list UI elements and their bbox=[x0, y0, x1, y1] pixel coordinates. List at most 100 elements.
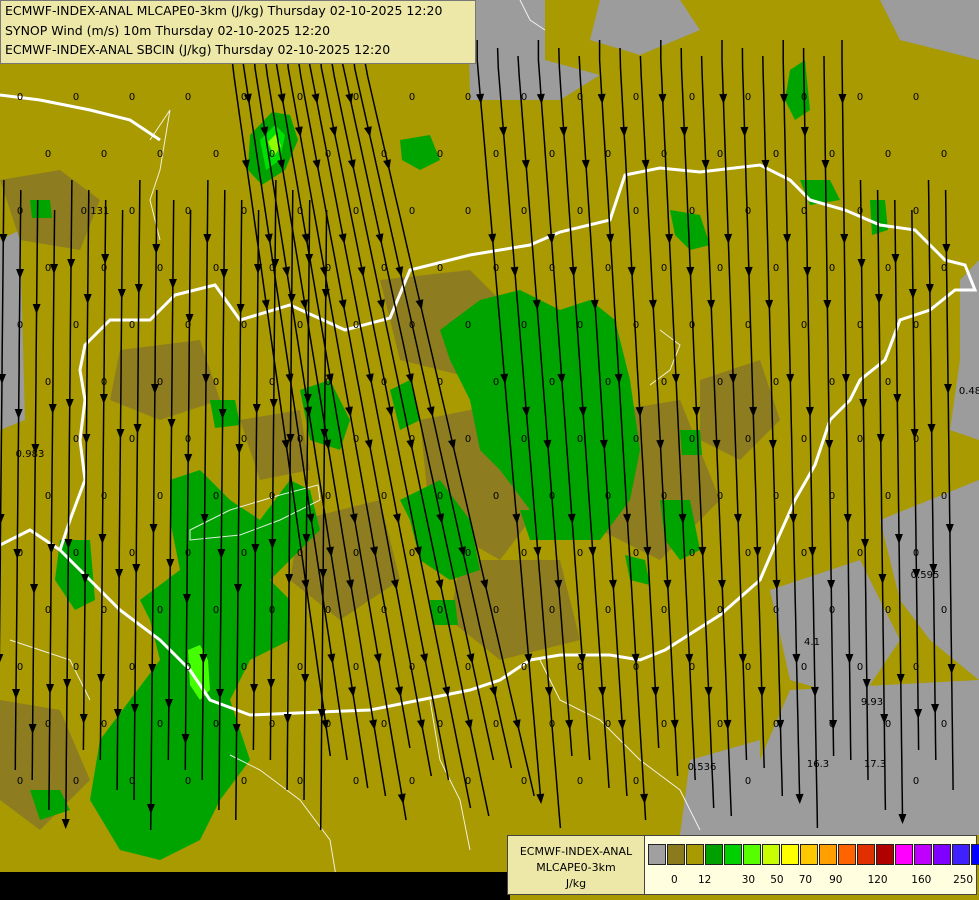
sbcin-value: 0.131 bbox=[81, 206, 110, 217]
header-line-3: ECMWF-INDEX-ANAL SBCIN (J/kg) Thursday 0… bbox=[5, 42, 391, 57]
sbcin-value: 0 bbox=[857, 320, 863, 331]
legend-swatch bbox=[781, 844, 799, 865]
sbcin-value: 0 bbox=[857, 548, 863, 559]
sbcin-value: 0 bbox=[409, 92, 415, 103]
sbcin-value: 0 bbox=[129, 662, 135, 673]
sbcin-value: 0 bbox=[885, 149, 891, 160]
sbcin-value: 0 bbox=[465, 320, 471, 331]
sbcin-value: 0 bbox=[353, 206, 359, 217]
sbcin-value: 0 bbox=[241, 434, 247, 445]
sbcin-value: 0 bbox=[465, 434, 471, 445]
sbcin-value: 0.595 bbox=[911, 570, 940, 581]
sbcin-value: 0 bbox=[185, 548, 191, 559]
legend-tick: 70 bbox=[798, 874, 813, 886]
sbcin-value: 0 bbox=[325, 491, 331, 502]
sbcin-value: 0 bbox=[605, 719, 611, 730]
sbcin-value: 0 bbox=[913, 206, 919, 217]
sbcin-value: 0 bbox=[633, 434, 639, 445]
sbcin-value: 0 bbox=[269, 719, 275, 730]
sbcin-value: 0 bbox=[185, 206, 191, 217]
sbcin-value: 0.536 bbox=[688, 762, 717, 773]
sbcin-value: 0 bbox=[773, 605, 779, 616]
legend-unit: J/kg bbox=[565, 877, 587, 890]
sbcin-value: 0 bbox=[45, 377, 51, 388]
sbcin-value: 0 bbox=[409, 206, 415, 217]
sbcin-value: 0 bbox=[745, 662, 751, 673]
sbcin-value: 0 bbox=[353, 320, 359, 331]
sbcin-value: 0 bbox=[241, 776, 247, 787]
sbcin-value: 0 bbox=[773, 491, 779, 502]
legend-tick: 0 bbox=[670, 874, 678, 886]
sbcin-value: 0 bbox=[521, 776, 527, 787]
sbcin-value: 9.93 bbox=[861, 697, 883, 708]
legend-swatch bbox=[800, 844, 818, 865]
sbcin-value: 0 bbox=[661, 491, 667, 502]
sbcin-value: 0 bbox=[493, 377, 499, 388]
sbcin-value: 0 bbox=[437, 491, 443, 502]
legend-swatch bbox=[686, 844, 704, 865]
header-line-1: ECMWF-INDEX-ANAL MLCAPE0-3km (J/kg) Thur… bbox=[5, 3, 443, 18]
sbcin-value: 0 bbox=[241, 662, 247, 673]
sbcin-value: 0 bbox=[185, 776, 191, 787]
sbcin-value: 0 bbox=[801, 548, 807, 559]
sbcin-value: 0 bbox=[353, 662, 359, 673]
sbcin-value: 0 bbox=[801, 320, 807, 331]
sbcin-value: 0 bbox=[17, 320, 23, 331]
sbcin-value: 0 bbox=[101, 605, 107, 616]
sbcin-value: 0 bbox=[829, 491, 835, 502]
sbcin-value: 0 bbox=[269, 263, 275, 274]
sbcin-value: 0 bbox=[885, 719, 891, 730]
sbcin-value: 0 bbox=[913, 320, 919, 331]
header-line-2: SYNOP Wind (m/s) 10m Thursday 02-10-2025… bbox=[5, 22, 331, 38]
sbcin-value: 0 bbox=[717, 605, 723, 616]
sbcin-value: 0 bbox=[73, 320, 79, 331]
sbcin-value: 0 bbox=[801, 92, 807, 103]
color-legend: ECMWF-INDEX-ANAL MLCAPE0-3km J/kg 0 12 30 5… bbox=[507, 835, 979, 895]
sbcin-value: 0 bbox=[101, 149, 107, 160]
sbcin-value: 0 bbox=[325, 377, 331, 388]
bottom-mask bbox=[0, 872, 510, 900]
sbcin-value: 0 bbox=[45, 491, 51, 502]
legend-tick: 250 bbox=[953, 874, 974, 886]
legend-tick: 120 bbox=[867, 874, 888, 886]
sbcin-value: 0 bbox=[185, 320, 191, 331]
weather-map: 0 0 0 0 0 0 0 0 0 0 0 0 0 0 0 0 0 0 0 0 0 0 0 0 0 0 0 0 0 0 0 0 0 0 0 0 0 0 0 0… bbox=[0, 0, 979, 900]
sbcin-value: 0 bbox=[633, 92, 639, 103]
sbcin-value: 0 bbox=[353, 434, 359, 445]
sbcin-value: 0 bbox=[913, 92, 919, 103]
legend-swatch bbox=[819, 844, 837, 865]
sbcin-value: 0 bbox=[185, 434, 191, 445]
sbcin-value: 0 bbox=[213, 263, 219, 274]
sbcin-value: 0 bbox=[297, 320, 303, 331]
sbcin-value: 0.48 bbox=[959, 386, 979, 397]
sbcin-value: 0 bbox=[213, 605, 219, 616]
sbcin-value: 0 bbox=[801, 206, 807, 217]
sbcin-value: 0 bbox=[353, 92, 359, 103]
sbcin-value: 0 bbox=[157, 149, 163, 160]
sbcin-value: 0 bbox=[129, 548, 135, 559]
sbcin-value: 0 bbox=[437, 149, 443, 160]
sbcin-value: 0 bbox=[493, 719, 499, 730]
legend-swatch bbox=[933, 844, 951, 865]
sbcin-value: 0 bbox=[717, 719, 723, 730]
sbcin-value: 0 bbox=[913, 662, 919, 673]
sbcin-value: 0 bbox=[269, 491, 275, 502]
sbcin-value: 0 bbox=[941, 719, 947, 730]
sbcin-value: 0 bbox=[689, 92, 695, 103]
sbcin-value: 0 bbox=[213, 719, 219, 730]
sbcin-value: 0 bbox=[717, 491, 723, 502]
sbcin-value: 0 bbox=[829, 605, 835, 616]
sbcin-value: 0 bbox=[941, 263, 947, 274]
sbcin-value: 0 bbox=[689, 434, 695, 445]
sbcin-value: 0 bbox=[409, 662, 415, 673]
sbcin-value: 0 bbox=[773, 719, 779, 730]
legend-tick: 160 bbox=[911, 874, 932, 886]
sbcin-value: 0 bbox=[605, 263, 611, 274]
legend-title-line-2: MLCAPE0-3km bbox=[536, 861, 616, 874]
sbcin-value: 0 bbox=[353, 548, 359, 559]
sbcin-value: 0 bbox=[45, 719, 51, 730]
sbcin-value: 0 bbox=[73, 662, 79, 673]
sbcin-value: 0 bbox=[717, 263, 723, 274]
sbcin-value: 0 bbox=[73, 776, 79, 787]
sbcin-value: 0 bbox=[269, 149, 275, 160]
